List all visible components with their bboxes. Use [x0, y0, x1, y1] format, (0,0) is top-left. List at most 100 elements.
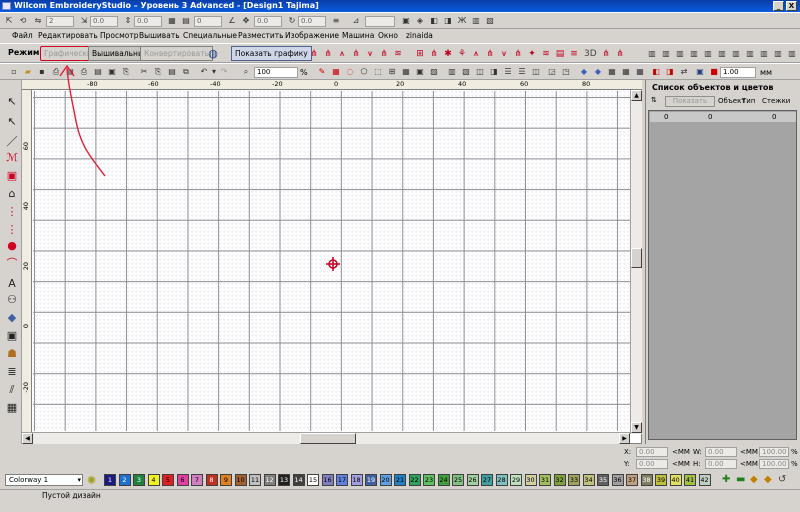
color-swatch[interactable]: 26: [466, 474, 479, 486]
send-icon[interactable]: ⎘: [120, 66, 132, 78]
outline-view-icon[interactable]: ◌: [344, 66, 356, 78]
remove-color-icon[interactable]: ▬: [736, 474, 745, 485]
h-field[interactable]: 0.00: [705, 459, 737, 469]
stitch-type-icon[interactable]: ✦: [526, 48, 538, 60]
minimize-button[interactable]: _: [773, 1, 784, 11]
color-swatch[interactable]: 12: [263, 474, 276, 486]
color-swatch[interactable]: 24: [437, 474, 450, 486]
grid-icon[interactable]: ▥: [688, 48, 700, 60]
color-swatch[interactable]: 16: [321, 474, 334, 486]
monogram-icon[interactable]: ▣: [4, 168, 20, 184]
rotate-icon[interactable]: ↻: [286, 15, 298, 27]
palette-icon[interactable]: ▦: [620, 66, 632, 78]
color-swatch[interactable]: 18: [350, 474, 363, 486]
spin-field[interactable]: 0.0: [298, 16, 326, 27]
stitch-type-icon[interactable]: ≡: [568, 48, 580, 60]
grid-icon[interactable]: ▥: [674, 48, 686, 60]
stitch-type-icon[interactable]: ▤: [554, 48, 566, 60]
menu-image[interactable]: Изображение: [285, 30, 339, 42]
3d-icon[interactable]: 3D: [584, 48, 597, 60]
slant-icon[interactable]: ⊿: [350, 15, 362, 27]
add-color-icon[interactable]: ✚: [722, 474, 730, 485]
hoop-icon[interactable]: ◲: [546, 66, 558, 78]
diamond-icon[interactable]: ◆: [4, 310, 20, 326]
color-swatch[interactable]: 33: [568, 474, 580, 486]
color-icon[interactable]: ◨: [664, 66, 676, 78]
copy-icon[interactable]: ⎘: [152, 66, 164, 78]
color-swatch[interactable]: 4: [147, 474, 160, 486]
zoom-field[interactable]: 100: [254, 67, 298, 78]
hoop-icon[interactable]: ⬠: [358, 66, 370, 78]
spin-field[interactable]: 0.0: [254, 16, 282, 27]
close-button[interactable]: X: [786, 1, 797, 11]
color-swatch[interactable]: 22: [408, 474, 421, 486]
stitch-type-icon[interactable]: ⋔: [512, 48, 524, 60]
stitch-type-icon[interactable]: ⋔: [428, 48, 440, 60]
color-swatch[interactable]: 29: [510, 474, 522, 486]
freehand-icon[interactable]: ℳ: [4, 150, 20, 166]
mirror-icon[interactable]: ⇋: [32, 15, 44, 27]
list-icon[interactable]: ☰: [502, 66, 514, 78]
color-swatch[interactable]: 20: [379, 474, 392, 486]
panel-icon[interactable]: ⇅: [651, 96, 657, 104]
group-icon[interactable]: ◧: [428, 15, 440, 27]
color-swatch[interactable]: 3: [133, 474, 145, 486]
reshape-icon[interactable]: ↖: [4, 114, 20, 130]
reset-icon[interactable]: ↺: [778, 474, 786, 485]
stitch-type-icon[interactable]: ⊞: [414, 48, 426, 60]
col-type[interactable]: Тип: [742, 97, 755, 105]
run-icon[interactable]: ⋮: [4, 222, 20, 238]
ruler-icon[interactable]: ▥: [446, 66, 458, 78]
thread-icon[interactable]: ◆: [592, 66, 604, 78]
chevron-down-icon[interactable]: ▾: [77, 475, 81, 485]
spin-field[interactable]: [365, 16, 395, 27]
color-swatch[interactable]: 21: [394, 474, 406, 486]
color-swatch[interactable]: 25: [452, 474, 464, 486]
color-swatch[interactable]: 36: [611, 474, 624, 486]
lock-icon[interactable]: ▣: [400, 15, 412, 27]
color-swatch[interactable]: 23: [423, 474, 435, 486]
color-swatch[interactable]: 15: [307, 474, 319, 486]
vertical-scroll-thumb[interactable]: [631, 248, 642, 268]
menu-edit[interactable]: Редактировать: [38, 30, 98, 42]
show-icon[interactable]: ◫: [474, 66, 486, 78]
list-item[interactable]: 0 0 0: [650, 112, 796, 122]
color-swatch[interactable]: 6: [176, 474, 189, 486]
vertical-scrollbar[interactable]: ▲ ▼: [630, 90, 642, 434]
color-swatch[interactable]: 35: [597, 474, 609, 486]
color-swatch[interactable]: 19: [365, 474, 377, 486]
stitch-type-icon[interactable]: ⋔: [600, 48, 612, 60]
color-swatch[interactable]: 42: [698, 474, 711, 486]
palette-icon[interactable]: ▦: [634, 66, 646, 78]
grid-icon[interactable]: ▥: [716, 48, 728, 60]
y-field[interactable]: 0.00: [636, 459, 668, 469]
color-swatch[interactable]: 11: [249, 474, 261, 486]
pattern-icon[interactable]: ⫽: [4, 382, 20, 398]
menu-user[interactable]: zinaida: [406, 30, 433, 42]
menu-machine[interactable]: Машина: [342, 30, 374, 42]
scroll-right-icon[interactable]: ▶: [619, 433, 630, 444]
stitch-type-icon[interactable]: ✱: [442, 48, 454, 60]
duplicate-icon[interactable]: ⧉: [180, 66, 192, 78]
colorway-select[interactable]: Colorway 1 ▾: [5, 474, 83, 486]
menu-window[interactable]: Окно: [378, 30, 398, 42]
stitch-type-icon[interactable]: ≋: [392, 48, 404, 60]
select-icon[interactable]: ⬚: [372, 66, 384, 78]
split-icon[interactable]: ▥: [470, 15, 482, 27]
menu-arrange[interactable]: Разместить: [238, 30, 284, 42]
redo-icon[interactable]: ↷: [218, 66, 230, 78]
color-icon[interactable]: ◧: [650, 66, 662, 78]
paste-icon[interactable]: ▤: [166, 66, 178, 78]
image-icon[interactable]: ▨: [428, 66, 440, 78]
color-swatch[interactable]: 39: [655, 474, 667, 486]
color-swatch[interactable]: 41: [684, 474, 696, 486]
spin-field[interactable]: 0: [194, 16, 222, 27]
grid-icon[interactable]: ▥: [646, 48, 658, 60]
color-swatch[interactable]: 27: [481, 474, 493, 486]
convert-button[interactable]: Конвертировать: [140, 46, 214, 61]
stitch-type-icon[interactable]: ⚘: [456, 48, 468, 60]
info-icon[interactable]: ◫: [530, 66, 542, 78]
menu-view[interactable]: Просмотр: [100, 30, 139, 42]
view-icon[interactable]: ◨: [488, 66, 500, 78]
grid-icon[interactable]: ▥: [758, 48, 770, 60]
